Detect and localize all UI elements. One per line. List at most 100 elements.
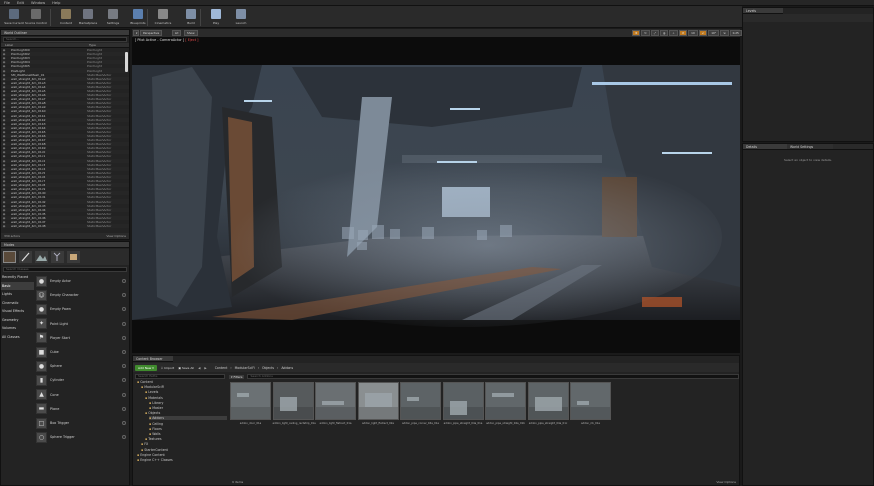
col-type[interactable]: Type	[89, 43, 96, 47]
placeable-item[interactable]: □ Box Trigger	[36, 416, 128, 430]
folder-tree-item[interactable]: ▪ Master	[149, 406, 227, 410]
asset-tile[interactable]: addon_pipe_straight_04a_01c	[527, 382, 569, 437]
folder-tree-item[interactable]: ▪ FX	[141, 442, 227, 446]
placeable-item[interactable]: ● Sphere	[36, 359, 128, 373]
folder-tree-item[interactable]: ▪ Content	[137, 380, 227, 384]
placeable-item[interactable]: ⚑ Player Start	[36, 331, 128, 345]
rotation-snap-value[interactable]: 10°	[708, 30, 720, 36]
menu-window[interactable]: Window	[31, 1, 45, 5]
menu-help[interactable]: Help	[52, 1, 60, 5]
scale-snap-icon[interactable]: ⇲	[720, 30, 729, 36]
menu-edit[interactable]: Edit	[17, 1, 24, 5]
settings-button[interactable]: Settings	[102, 8, 124, 27]
search-paths-input[interactable]: Search Paths	[135, 374, 225, 379]
placeable-item[interactable]: ✦ Point Light	[36, 317, 128, 331]
menu-file[interactable]: File	[4, 1, 10, 5]
folder-tree-item[interactable]: ▪ Engine C++ Classes	[137, 458, 227, 462]
folder-tree-item[interactable]: ▪ Ceiling	[149, 422, 227, 426]
info-icon[interactable]	[122, 364, 126, 369]
cinematics-button[interactable]: Cinematics	[152, 8, 174, 27]
show-button[interactable]: Show	[184, 30, 198, 36]
tab-world-settings[interactable]: World Settings	[787, 144, 833, 150]
add-new-button[interactable]: Add New ▾	[135, 364, 157, 371]
play-button[interactable]: Play	[205, 8, 227, 27]
col-label[interactable]: Label	[5, 43, 89, 47]
rotation-snap-icon[interactable]: ∠	[698, 30, 708, 36]
info-icon[interactable]	[122, 293, 126, 298]
folder-tree-item[interactable]: ▪ ModularSciFi	[141, 385, 227, 389]
info-icon[interactable]	[122, 307, 126, 312]
folder-tree-item[interactable]: ▪ Floors	[149, 427, 227, 431]
filters-button[interactable]: ▾ Filters	[229, 374, 245, 379]
folder-tree-item[interactable]: ▪ Objects	[145, 411, 227, 415]
folder-tree-item[interactable]: ▪ Library	[149, 401, 227, 405]
import-button[interactable]: ⇩ Import	[161, 366, 174, 370]
placeable-item[interactable]: ▬ Plane	[36, 402, 128, 416]
info-icon[interactable]	[122, 421, 126, 425]
asset-tile[interactable]: addon_light_flatrect_01a	[315, 382, 356, 437]
info-icon[interactable]	[122, 435, 126, 440]
placeable-item[interactable]: ▮ Cylinder	[36, 373, 128, 387]
breadcrumb-item[interactable]: ModularSciFi	[235, 366, 255, 370]
content-button[interactable]: Content	[55, 8, 77, 27]
asset-tile[interactable]: addon_light_flatrect_02a	[357, 382, 399, 437]
lit-button[interactable]: Lit	[172, 30, 182, 36]
tab-details[interactable]: Details	[743, 144, 787, 150]
viewport[interactable]: [ Pilot Active - CameraActor ] [ Eject ]	[132, 37, 740, 353]
blueprints-button[interactable]: Blueprints	[127, 8, 149, 27]
placeable-item[interactable]: ■ Cube	[36, 345, 128, 359]
tab-content-browser[interactable]: Content Browser	[133, 356, 173, 362]
marketplace-button[interactable]: Marketplace	[77, 8, 99, 27]
info-icon[interactable]	[122, 392, 126, 397]
outliner-row[interactable]: ◉ wall_straight_4m_01d8 StaticMeshActor	[1, 224, 129, 228]
asset-tile[interactable]: addon_rib_01a	[570, 382, 611, 437]
asset-tile[interactable]: addon_pipe_straight_04a_01a	[442, 382, 484, 437]
grid-snap-icon[interactable]: #	[678, 30, 688, 36]
breadcrumb-item[interactable]: Content	[215, 366, 228, 370]
info-icon[interactable]	[122, 350, 126, 354]
folder-tree-item[interactable]: ▪ Walls	[149, 432, 227, 436]
launch-button[interactable]: Launch	[230, 8, 252, 27]
asset-search-input[interactable]: Search Addons	[247, 374, 739, 379]
info-icon[interactable]	[122, 279, 126, 283]
asset-tile[interactable]: addon_light_ceiling_rectstrip_01a	[272, 382, 316, 437]
folder-tree-item[interactable]: ▪ Levels	[145, 390, 227, 394]
info-icon[interactable]	[122, 378, 126, 383]
info-icon[interactable]	[122, 321, 126, 326]
folder-tree-item[interactable]: ▪ StarterContent	[141, 448, 227, 452]
save-current-button[interactable]: Save Current	[3, 8, 25, 27]
folder-tree-item[interactable]: ▪ Textures	[145, 437, 227, 441]
rotate-tool-icon[interactable]: ↻	[641, 30, 650, 36]
scale-tool-icon[interactable]: ⤢	[650, 30, 659, 36]
asset-tile[interactable]: addon_pipe_straight_04a_01b	[485, 382, 526, 437]
info-icon[interactable]	[122, 406, 126, 411]
asset-tile[interactable]: addon_door_01a	[230, 382, 271, 437]
breadcrumb-item[interactable]: Objects	[262, 366, 274, 370]
breadcrumb-item[interactable]: Addons	[281, 366, 293, 370]
surface-snap-icon[interactable]: ⊥	[669, 30, 678, 36]
folder-tree-item[interactable]: ▪ Engine Content	[137, 453, 227, 457]
placeable-item[interactable]: ○ Sphere Trigger	[36, 430, 128, 444]
source-control-button[interactable]: Source Control	[25, 8, 47, 27]
build-button[interactable]: Build	[180, 8, 202, 27]
nav-back-icon[interactable]: ◀	[198, 366, 200, 370]
placeable-item[interactable]: ● Empty Pawn	[36, 302, 128, 316]
asset-tile[interactable]: addon_pipe_corner_04a_01a	[400, 382, 441, 437]
save-all-button[interactable]: ▣ Save All	[178, 366, 194, 370]
nav-forward-icon[interactable]: ▶	[204, 366, 206, 370]
placeable-item[interactable]: ● Empty Actor	[36, 274, 128, 288]
outliner-view-options[interactable]: View Options	[106, 234, 126, 238]
perspective-button[interactable]: Perspective	[140, 30, 163, 36]
placeable-item[interactable]: ☺ Empty Character	[36, 288, 128, 302]
outliner-search-input[interactable]: Search...	[3, 37, 127, 42]
scale-snap-value[interactable]: 0.25	[729, 30, 742, 36]
asset-view-options[interactable]: View Options	[716, 480, 736, 484]
folder-tree-item[interactable]: ▪ Addons	[149, 416, 227, 421]
placeable-item[interactable]: ▲ Cone	[36, 388, 128, 402]
tab-world-outliner[interactable]: World Outliner	[1, 30, 129, 36]
info-icon[interactable]	[122, 335, 126, 340]
viewport-menu-button[interactable]: ▾	[133, 30, 139, 36]
translate-tool-icon[interactable]: ✥	[632, 30, 641, 36]
world-space-icon[interactable]: ◍	[659, 30, 669, 36]
grid-snap-value[interactable]: 10	[688, 30, 698, 36]
